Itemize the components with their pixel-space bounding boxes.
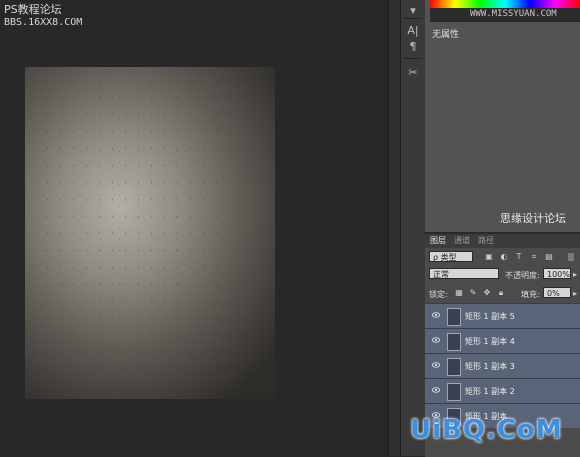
layer-name: 矩形 1 副本 3 bbox=[465, 362, 515, 371]
lock-all-icon[interactable]: 🔒︎ bbox=[497, 289, 505, 297]
filter-shape-icon[interactable]: ⌗ bbox=[530, 253, 538, 261]
watermark-line1: PS教程论坛 bbox=[4, 3, 62, 16]
lock-transparent-icon[interactable]: ▦ bbox=[455, 289, 463, 297]
layer-name: 矩形 1 副本 5 bbox=[465, 312, 515, 321]
visibility-eye-icon[interactable] bbox=[432, 362, 440, 368]
opacity-label: 不透明度: bbox=[505, 271, 540, 280]
layer-row[interactable]: 矩形 1 副本 3 bbox=[425, 353, 580, 378]
fill-label: 填充: bbox=[521, 290, 540, 299]
watermark-middle: 思缘设计论坛 bbox=[500, 212, 566, 225]
tab-layers[interactable]: 图层 bbox=[430, 235, 446, 246]
tool-presets-icon[interactable]: ✂ bbox=[403, 64, 423, 82]
filter-kind-select[interactable]: ρ 类型 bbox=[429, 251, 473, 262]
layer-thumbnail bbox=[447, 333, 461, 351]
canvas-workspace[interactable]: PS教程论坛 BBS.16XX8.COM bbox=[0, 0, 400, 456]
divider bbox=[404, 18, 422, 19]
watermark-top-right: WWW.MISSYUAN.COM bbox=[470, 9, 557, 19]
no-properties-label: 无属性 bbox=[432, 30, 460, 40]
panel-toolstrip: ▾ A| ¶ ✂ bbox=[400, 0, 426, 456]
filter-smart-object-icon[interactable]: ▤ bbox=[545, 253, 553, 261]
visibility-eye-icon[interactable] bbox=[432, 312, 440, 318]
lock-position-icon[interactable]: ✥ bbox=[483, 289, 491, 297]
tab-channels[interactable]: 通道 bbox=[454, 235, 470, 246]
divider bbox=[404, 58, 422, 59]
layer-thumbnail bbox=[447, 383, 461, 401]
layer-thumbnail bbox=[447, 358, 461, 376]
tab-paths[interactable]: 路径 bbox=[478, 235, 494, 246]
watermark-top-left: PS教程论坛 BBS.16XX8.COM bbox=[4, 3, 82, 29]
layer-thumbnail bbox=[447, 308, 461, 326]
fill-field[interactable]: 0% bbox=[543, 287, 571, 298]
lock-image-icon[interactable]: ✎ bbox=[469, 289, 477, 297]
color-spectrum[interactable] bbox=[430, 0, 580, 8]
opacity-field[interactable]: 100% bbox=[543, 268, 571, 279]
filter-adjustment-icon[interactable]: ◐ bbox=[500, 253, 508, 261]
filter-type-icon[interactable]: T bbox=[515, 253, 523, 261]
blend-row: 正常 不透明度: 100% ▸ bbox=[425, 266, 580, 282]
watermark-bottom-right: UiBQ.CoM bbox=[410, 415, 563, 445]
layer-row[interactable]: 矩形 1 副本 4 bbox=[425, 328, 580, 353]
layer-name: 矩形 1 副本 4 bbox=[465, 337, 515, 346]
blend-mode-select[interactable]: 正常 bbox=[429, 268, 499, 279]
lock-row: 锁定: ▦ ✎ ✥ 🔒︎ 填充: 0% ▸ bbox=[425, 285, 580, 301]
layers-panel-tabs: 图层 通道 路径 bbox=[425, 234, 580, 248]
lock-label: 锁定: bbox=[429, 290, 448, 299]
fill-dropdown-icon[interactable]: ▸ bbox=[571, 290, 579, 298]
document-canvas[interactable] bbox=[25, 67, 275, 399]
layer-filter-row: ρ 类型 ▣ ◐ T ⌗ ▤ bbox=[425, 249, 580, 265]
filter-pixel-icon[interactable]: ▣ bbox=[485, 253, 493, 261]
paragraph-panel-icon[interactable]: ¶ bbox=[403, 38, 423, 56]
opacity-dropdown-icon[interactable]: ▸ bbox=[571, 271, 579, 279]
layer-row[interactable]: 矩形 1 副本 5 bbox=[425, 303, 580, 328]
watermark-line2: BBS.16XX8.COM bbox=[4, 17, 83, 28]
filter-toggle[interactable] bbox=[568, 253, 574, 261]
visibility-eye-icon[interactable] bbox=[432, 387, 440, 393]
visibility-eye-icon[interactable] bbox=[432, 337, 440, 343]
layer-row[interactable]: 矩形 1 副本 2 bbox=[425, 378, 580, 403]
layer-name: 矩形 1 副本 2 bbox=[465, 387, 515, 396]
